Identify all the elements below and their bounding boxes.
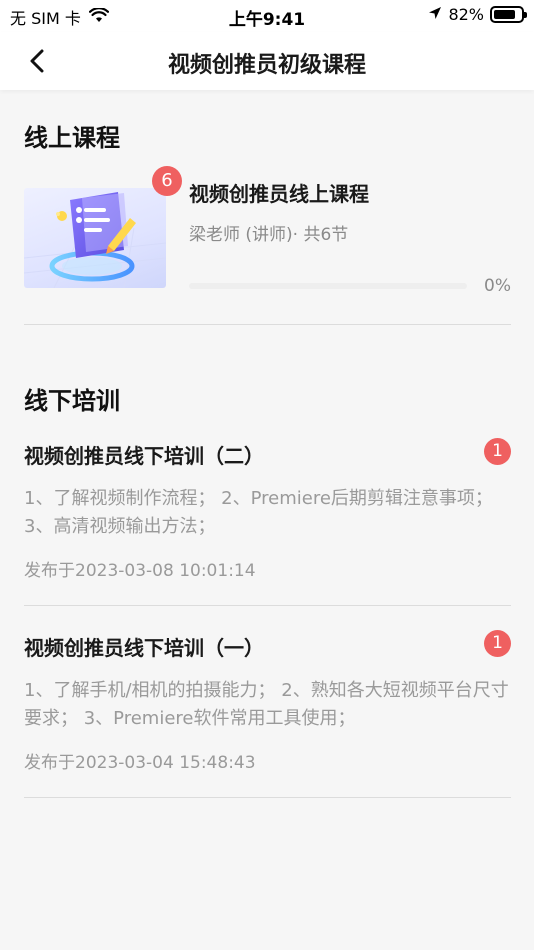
navigation-bar: 视频创推员初级课程	[0, 32, 534, 90]
page-title: 视频创推员初级课程	[167, 53, 366, 78]
training-title: 视频创推员线下培训（二）	[24, 444, 264, 468]
battery-level-fill	[494, 10, 516, 19]
training-date: 发布于2023-03-08 10:01:14	[24, 561, 256, 581]
training-title: 视频创推员线下培训（一）	[24, 636, 264, 660]
status-bar-right: 82%	[428, 5, 527, 24]
course-count-badge: 6	[152, 166, 182, 196]
unread-badge: 1	[484, 438, 511, 465]
course-thumbnail	[24, 188, 166, 288]
divider	[24, 324, 511, 325]
divider	[24, 605, 511, 606]
battery-percent: 82%	[448, 5, 484, 24]
battery-icon	[490, 6, 527, 23]
training-item[interactable]: 视频创推员线下培训（二） 1 1、了解视频制作流程； 2、Premiere后期剪…	[24, 438, 511, 581]
training-item[interactable]: 视频创推员线下培训（一） 1 1、了解手机/相机的拍摄能力； 2、熟知各大短视频…	[24, 630, 511, 773]
online-section-title: 线上课程	[24, 124, 120, 152]
course-title: 视频创推员线上课程	[189, 182, 369, 206]
location-arrow-icon	[428, 5, 442, 24]
training-description: 1、了解手机/相机的拍摄能力； 2、熟知各大短视频平台尺寸要求； 3、Premi…	[24, 680, 509, 729]
course-progress-bar	[189, 283, 467, 289]
status-bar: 无 SIM 卡 上午9:41 82%	[0, 0, 534, 32]
training-description: 1、了解视频制作流程； 2、Premiere后期剪辑注意事项； 3、高清视频输出…	[24, 488, 493, 537]
online-course-card[interactable]: 6 视频创推员线上课程 梁老师 (讲师)· 共6节 0%	[24, 166, 511, 300]
unread-badge: 1	[484, 630, 511, 657]
course-meta: 梁老师 (讲师)· 共6节	[189, 225, 349, 245]
course-progress-text: 0%	[484, 276, 511, 296]
divider	[24, 797, 511, 798]
training-date: 发布于2023-03-04 15:48:43	[24, 753, 256, 773]
offline-section-title: 线下培训	[24, 387, 120, 415]
